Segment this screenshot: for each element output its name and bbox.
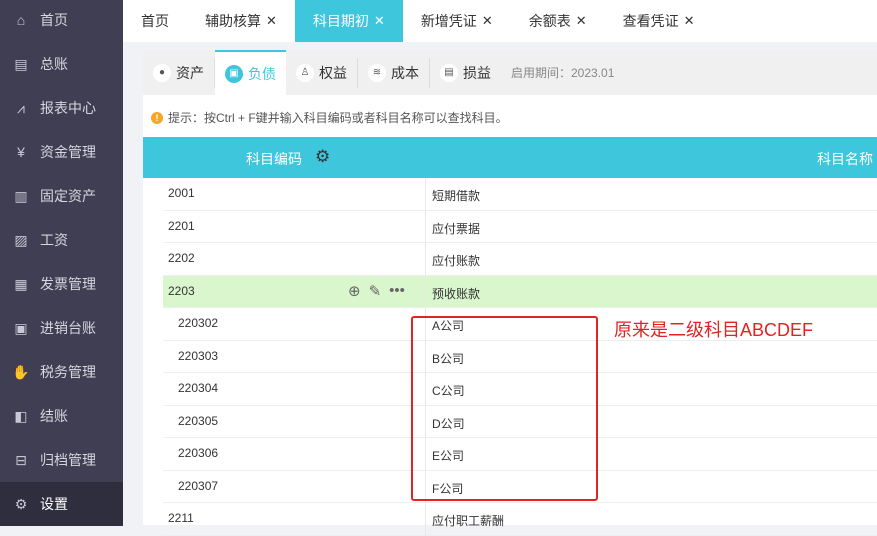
money-bag-icon: ¥ [17,144,25,160]
start-period: 启用期间：2023.01 [511,66,615,80]
close-icon[interactable]: ✕ [482,13,493,29]
archive-icon: ⊟ [15,451,27,468]
table-header: 科目编码 ⚙ 科目名称 [143,137,877,178]
close-icon[interactable]: ✕ [266,13,277,29]
header-name: 科目名称 [817,151,873,167]
tab-balance[interactable]: 余额表 ✕ [511,0,605,42]
profit-loss-icon: ▤ [440,63,458,82]
sidebar-item-assets[interactable]: ▥ 固定资产 [0,174,123,218]
more-icon[interactable]: ••• [389,282,405,300]
warning-icon: ! [151,111,163,124]
ledger-icon: ▤ [14,55,28,72]
subtab-equity[interactable]: ♙ 权益 [286,57,358,88]
category-tabs: ● 资产 ▣ 负债 ♙ 权益 ≋ 成本 ▤ 损益 启用期间：2023.01 [143,50,877,95]
close-icon[interactable]: ✕ [374,13,385,29]
table-row[interactable]: 2001 短期借款 [163,178,877,211]
close-book-icon: ◧ [14,407,28,424]
sidebar-item-reports[interactable]: ⩘ 报表中心 [0,86,123,130]
sidebar-item-settings[interactable]: ⚙ 设置 [0,482,123,526]
annotation-text: 原来是二级科目ABCDEF [614,320,814,340]
hint: ! 提示：按Ctrl + F键并输入科目编码或者科目名称可以查找科目。 [151,109,508,126]
subtab-cost[interactable]: ≋ 成本 [358,57,430,88]
table-row[interactable]: 2202 应付账款 [163,243,877,276]
subtab-liabilities[interactable]: ▣ 负债 [215,50,286,95]
salary-icon: ▨ [14,231,28,248]
equity-icon: ♙ [296,63,314,82]
header-code: 科目编码 [246,151,302,167]
chart-icon: ⩘ [17,99,25,116]
tab-opening-balance[interactable]: 科目期初 ✕ [294,0,403,42]
assets-icon: ● [153,63,171,82]
liabilities-icon: ▣ [225,64,243,83]
sidebar-item-tax[interactable]: ✋ 税务管理 [0,350,123,394]
table-row[interactable]: 2203 ⊕ ✎ ••• 预收账款 [163,275,877,308]
sidebar-item-invoice[interactable]: ▦ 发票管理 [0,262,123,306]
sidebar-item-ledger[interactable]: ▤ 总账 [0,42,123,86]
sidebar-item-inventory[interactable]: ▣ 进销台账 [0,306,123,350]
gear-icon: ⚙ [14,495,28,512]
tab-view-voucher[interactable]: 查看凭证 ✕ [605,0,713,42]
tax-icon: ✋ [12,363,30,380]
gear-icon[interactable]: ⚙ [315,147,330,167]
table-row[interactable]: 2201 应付票据 [163,210,877,243]
sidebar-item-home[interactable]: ⌂ 首页 [0,0,123,42]
sidebar: ⌂ 首页 ▤ 总账 ⩘ 报表中心 ¥ 资金管理 ▥ 固定资产 ▨ 工资 ▦ 发票管理 ▣ 进销台… [0,0,123,526]
sidebar-item-closing[interactable]: ◧ 结账 [0,394,123,438]
inventory-icon: ▣ [14,319,28,336]
close-icon[interactable]: ✕ [684,13,695,29]
home-icon: ⌂ [16,12,26,28]
layers-icon: ≋ [368,63,386,82]
sidebar-item-salary[interactable]: ▨ 工资 [0,218,123,262]
subtab-assets[interactable]: ● 资产 [143,57,215,88]
tab-bar: 首页 辅助核算 ✕ 科目期初 ✕ 新增凭证 ✕ 余额表 ✕ 查看凭证 ✕ [123,0,877,42]
invoice-icon: ▦ [14,275,28,292]
add-icon[interactable]: ⊕ [348,282,361,300]
subtab-profit-loss[interactable]: ▤ 损益 [430,58,501,88]
tab-auxiliary[interactable]: 辅助核算 ✕ [187,0,295,42]
table-row[interactable]: 2211 应付职工薪酬 [163,503,877,536]
annotation-box [411,316,598,501]
tab-home[interactable]: 首页 [123,0,187,42]
close-icon[interactable]: ✕ [576,13,587,29]
building-icon: ▥ [14,187,28,204]
sidebar-item-archive[interactable]: ⊟ 归档管理 [0,438,123,482]
sidebar-item-funds[interactable]: ¥ 资金管理 [0,130,123,174]
tab-new-voucher[interactable]: 新增凭证 ✕ [403,0,511,42]
edit-icon[interactable]: ✎ [369,282,382,300]
